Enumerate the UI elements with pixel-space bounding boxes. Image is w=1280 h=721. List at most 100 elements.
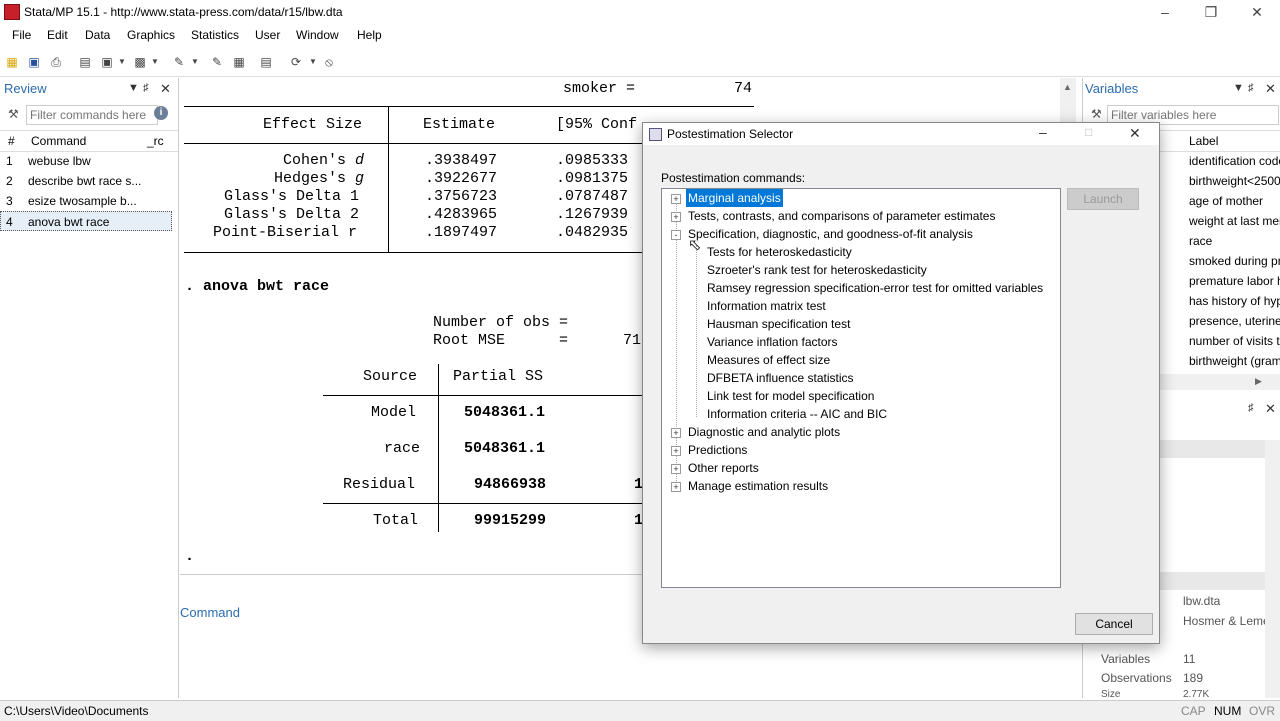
- variables-manager-icon[interactable]: ▤: [258, 54, 274, 70]
- tree-leaf[interactable]: Information criteria -- AIC and BIC: [707, 405, 887, 423]
- expand-icon[interactable]: +: [671, 446, 681, 456]
- restore-button[interactable]: ❐: [1188, 0, 1234, 24]
- esize-ci: .0981375: [556, 170, 629, 187]
- chevron-down-icon[interactable]: ▼: [305, 54, 321, 70]
- tree-leaf[interactable]: Hausman specification test: [707, 315, 850, 333]
- menu-bar: File Edit Data Graphics Statistics User …: [0, 24, 1280, 46]
- variable-label[interactable]: presence, uterine irritability: [1189, 311, 1280, 331]
- dialog-maximize-button[interactable]: □: [1085, 125, 1092, 139]
- info-icon[interactable]: i: [154, 106, 168, 120]
- pin-icon[interactable]: ♯: [143, 82, 149, 94]
- property-value: 2.77K: [1183, 689, 1210, 698]
- variable-label[interactable]: smoked during pregnancy: [1189, 251, 1280, 271]
- dialog-close-button[interactable]: ✕: [1129, 125, 1141, 142]
- expand-icon[interactable]: +: [671, 428, 681, 438]
- tree-node-manage-estimation[interactable]: Manage estimation results: [688, 477, 828, 495]
- viewer-icon[interactable]: ▣: [99, 54, 115, 70]
- close-icon[interactable]: ✕: [1265, 81, 1276, 97]
- review-filter-input[interactable]: [26, 105, 158, 125]
- graph-icon[interactable]: ▩: [132, 54, 148, 70]
- variable-label[interactable]: identification code: [1189, 151, 1280, 171]
- expand-icon[interactable]: +: [671, 212, 681, 222]
- variable-label[interactable]: premature labor history: [1189, 271, 1280, 291]
- tree-node-other-reports[interactable]: Other reports: [688, 459, 759, 477]
- menu-window[interactable]: Window: [296, 28, 339, 42]
- expand-icon[interactable]: +: [671, 194, 681, 204]
- chevron-down-icon[interactable]: ▼: [114, 54, 130, 70]
- log-icon[interactable]: ▤: [77, 54, 93, 70]
- chevron-down-icon[interactable]: ▼: [147, 54, 163, 70]
- variable-label[interactable]: number of visits to physician: [1189, 331, 1280, 351]
- anova-source: Total: [373, 512, 419, 529]
- close-icon[interactable]: ✕: [1265, 401, 1276, 417]
- data-editor-edit-icon[interactable]: ✎: [209, 54, 225, 70]
- tree-leaf[interactable]: Measures of effect size: [707, 351, 830, 369]
- tree-leaf[interactable]: Information matrix test: [707, 297, 826, 315]
- expand-icon[interactable]: +: [671, 464, 681, 474]
- esize-ci: .0787487: [556, 188, 629, 205]
- review-row-selected[interactable]: 4 anova bwt race: [0, 211, 172, 231]
- col-command[interactable]: Command: [31, 134, 86, 148]
- break-icon[interactable]: ⦸: [321, 54, 337, 70]
- scroll-right-icon[interactable]: ▶: [1255, 376, 1262, 387]
- rootmse-label: Root MSE =: [433, 332, 569, 349]
- menu-help[interactable]: Help: [357, 28, 382, 42]
- menu-statistics[interactable]: Statistics: [191, 28, 239, 42]
- esize-estimate: .3938497: [425, 152, 498, 169]
- tree-node-marginal-analysis[interactable]: Marginal analysis: [686, 189, 783, 207]
- more-icon[interactable]: ⟳: [288, 54, 304, 70]
- menu-data[interactable]: Data: [85, 28, 110, 42]
- mouse-cursor-icon: ⬁: [688, 237, 702, 254]
- col-rc[interactable]: _rc: [147, 134, 164, 148]
- menu-graphics[interactable]: Graphics: [127, 28, 175, 42]
- variable-label[interactable]: birthweight (grams): [1189, 351, 1280, 371]
- print-icon[interactable]: ⎙: [48, 54, 64, 70]
- dialog-minimize-button[interactable]: –: [1039, 124, 1047, 140]
- save-icon[interactable]: ▣: [26, 54, 42, 70]
- cancel-button[interactable]: Cancel: [1075, 613, 1153, 635]
- pin-icon[interactable]: ♯: [1248, 402, 1254, 414]
- stata-app-icon: [4, 4, 20, 20]
- menu-file[interactable]: File: [12, 28, 31, 42]
- filter-icon[interactable]: ▼: [1233, 82, 1244, 94]
- tree-leaf[interactable]: Tests for heteroskedasticity: [707, 243, 852, 261]
- variable-label[interactable]: race: [1189, 231, 1280, 251]
- close-button[interactable]: ✕: [1234, 0, 1280, 24]
- filter-icon[interactable]: ▼: [128, 82, 139, 94]
- tree-node-diagnostic-plots[interactable]: Diagnostic and analytic plots: [688, 423, 840, 441]
- variable-label[interactable]: age of mother: [1189, 191, 1280, 211]
- pin-icon[interactable]: ♯: [1248, 82, 1254, 94]
- minimize-button[interactable]: –: [1142, 0, 1188, 24]
- tree-leaf[interactable]: Szroeter's rank test for heteroskedastic…: [707, 261, 927, 279]
- review-row[interactable]: 1 webuse lbw: [0, 151, 172, 171]
- variable-label[interactable]: birthweight<2500g: [1189, 171, 1280, 191]
- collapse-icon[interactable]: -: [671, 230, 681, 240]
- tree-node-tests-contrasts[interactable]: Tests, contrasts, and comparisons of par…: [688, 207, 995, 225]
- tree-leaf[interactable]: Variance inflation factors: [707, 333, 838, 351]
- wrench-icon[interactable]: ⚒: [1091, 107, 1102, 121]
- review-row[interactable]: 3 esize twosample b...: [0, 191, 172, 211]
- esize-estimate: .1897497: [425, 224, 498, 241]
- col-label[interactable]: Label: [1189, 134, 1218, 148]
- launch-button[interactable]: Launch: [1067, 188, 1139, 210]
- col-num[interactable]: #: [8, 134, 15, 148]
- variable-label[interactable]: has history of hypertension: [1189, 291, 1280, 311]
- data-editor-browse-icon[interactable]: ▦: [231, 54, 247, 70]
- review-row[interactable]: 2 describe bwt race s...: [0, 171, 172, 191]
- tree-leaf[interactable]: DFBETA influence statistics: [707, 369, 854, 387]
- do-file-editor-icon[interactable]: ✎: [171, 54, 187, 70]
- menu-user[interactable]: User: [255, 28, 280, 42]
- tree-leaf[interactable]: Link test for model specification: [707, 387, 874, 405]
- expand-icon[interactable]: +: [671, 482, 681, 492]
- close-icon[interactable]: ✕: [160, 81, 171, 97]
- chevron-down-icon[interactable]: ▼: [187, 54, 203, 70]
- wrench-icon[interactable]: ⚒: [8, 107, 19, 121]
- tree-leaf[interactable]: Ramsey regression specification-error te…: [707, 279, 1043, 297]
- variable-label[interactable]: weight at last menstrual period: [1189, 211, 1280, 231]
- tree-node-predictions[interactable]: Predictions: [688, 441, 747, 459]
- menu-edit[interactable]: Edit: [47, 28, 68, 42]
- properties-scrollbar[interactable]: [1265, 440, 1280, 698]
- scroll-up-icon[interactable]: ▲: [1063, 82, 1072, 92]
- open-icon[interactable]: ▦: [4, 54, 20, 70]
- tree-node-specification[interactable]: Specification, diagnostic, and goodness-…: [688, 225, 973, 243]
